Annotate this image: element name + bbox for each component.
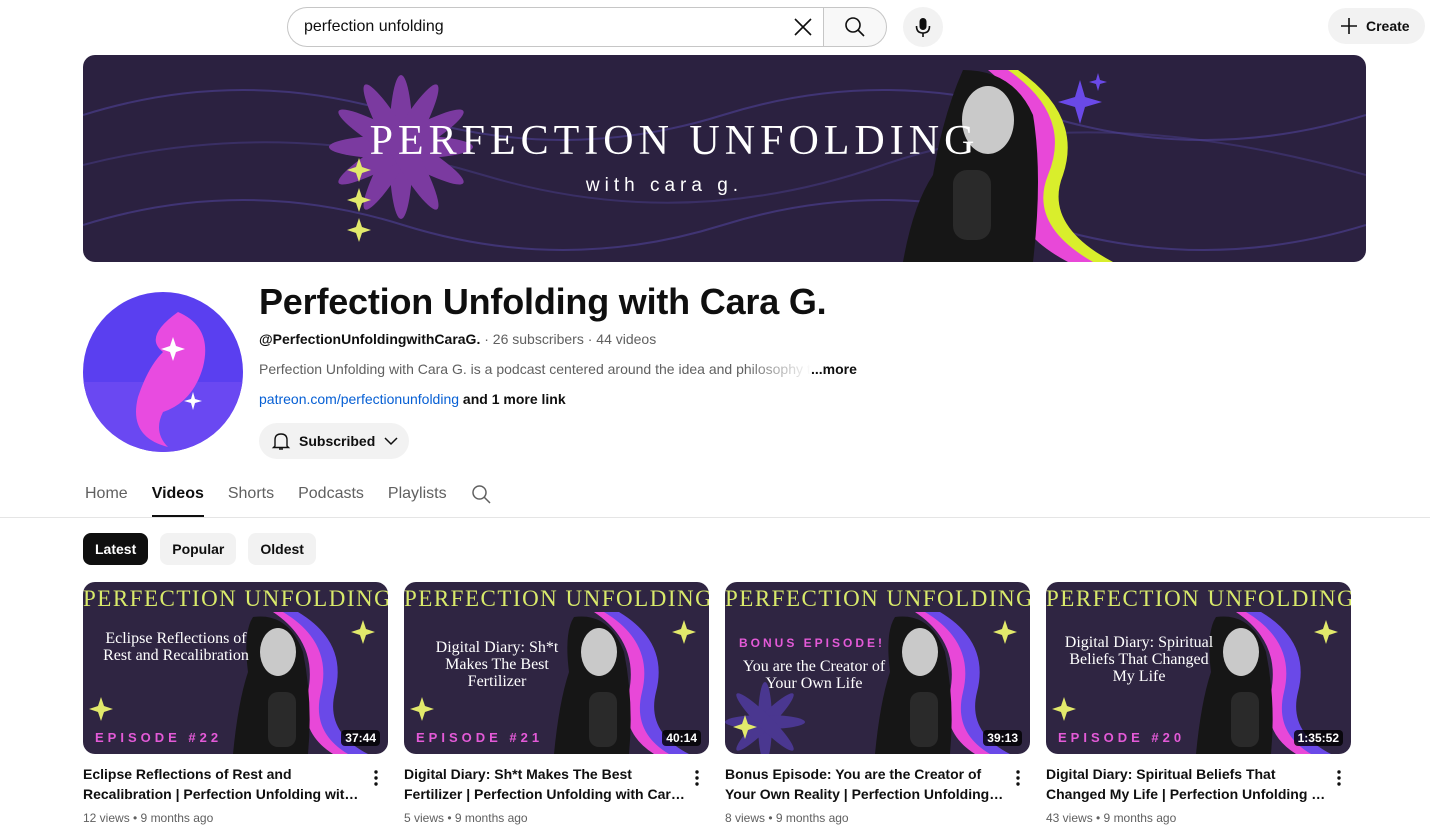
chip-oldest[interactable]: Oldest [248, 533, 316, 565]
sort-chips: Latest Popular Oldest [83, 533, 316, 565]
channel-tabs: Home Videos Shorts Podcasts Playlists [85, 477, 515, 517]
search-icon [845, 17, 865, 37]
plus-icon [1341, 18, 1357, 34]
tab-home[interactable]: Home [85, 477, 128, 517]
thumbnail-text: Digital Diary: Sh*t Makes The Best Ferti… [435, 639, 559, 690]
video-menu-button[interactable] [685, 766, 709, 790]
subscribed-label: Subscribed [299, 433, 376, 449]
tab-videos[interactable]: Videos [151, 477, 205, 517]
thumbnail-title: PERFECTION UNFOLDING [1046, 586, 1351, 611]
search-input[interactable]: perfection unfolding [287, 7, 823, 47]
video-title[interactable]: Digital Diary: Spiritual Beliefs That Ch… [1046, 764, 1328, 804]
tab-playlists[interactable]: Playlists [388, 477, 447, 517]
chevron-down-icon [384, 437, 398, 446]
chip-popular[interactable]: Popular [160, 533, 237, 565]
video-card[interactable]: PERFECTION UNFOLDING Eclipse Reflections… [83, 582, 388, 825]
thumbnail-title: PERFECTION UNFOLDING [83, 586, 388, 611]
video-grid: PERFECTION UNFOLDING Eclipse Reflections… [83, 582, 1351, 825]
tab-podcasts[interactable]: Podcasts [298, 477, 364, 517]
video-duration: 37:44 [341, 730, 380, 746]
video-duration: 40:14 [662, 730, 701, 746]
video-info: Digital Diary: Spiritual Beliefs That Ch… [1046, 754, 1351, 825]
tabs-divider [0, 517, 1430, 518]
search-query: perfection unfolding [304, 18, 444, 35]
video-menu-button[interactable] [1327, 766, 1351, 790]
more-vert-icon [1016, 770, 1020, 786]
more-links-button[interactable]: and 1 more link [463, 391, 566, 407]
video-thumbnail[interactable]: PERFECTION UNFOLDING Eclipse Reflections… [83, 582, 388, 754]
channel-search-button[interactable] [471, 477, 491, 517]
video-duration: 39:13 [983, 730, 1022, 746]
channel-meta: @PerfectionUnfoldingwithCaraG. · 26 subs… [259, 331, 656, 347]
video-count: 44 videos [596, 331, 657, 347]
more-vert-icon [1337, 770, 1341, 786]
channel-links: patreon.com/perfectionunfolding and 1 mo… [259, 391, 566, 407]
video-info: Eclipse Reflections of Rest and Recalibr… [83, 754, 388, 825]
subscriber-count: 26 subscribers [492, 331, 584, 347]
video-thumbnail[interactable]: PERFECTION UNFOLDING BONUS EPISODE! You … [725, 582, 1030, 754]
thumbnail-title: PERFECTION UNFOLDING [725, 586, 1030, 611]
video-info: Digital Diary: Sh*t Makes The Best Ferti… [404, 754, 709, 825]
more-vert-icon [695, 770, 699, 786]
create-label: Create [1366, 18, 1410, 34]
thumbnail-text: You are the Creator of Your Own Life [742, 658, 886, 692]
video-title[interactable]: Eclipse Reflections of Rest and Recalibr… [83, 764, 365, 804]
chip-latest[interactable]: Latest [83, 533, 149, 565]
thumbnail-text: Eclipse Reflections of Rest and Recalibr… [103, 630, 249, 664]
voice-search-button[interactable] [903, 7, 943, 47]
bell-icon [271, 433, 291, 450]
video-title[interactable]: Digital Diary: Sh*t Makes The Best Ferti… [404, 764, 686, 804]
channel-handle: @PerfectionUnfoldingwithCaraG. [259, 331, 481, 347]
search-button[interactable] [823, 7, 887, 47]
video-card[interactable]: PERFECTION UNFOLDING BONUS EPISODE! You … [725, 582, 1030, 825]
video-thumbnail[interactable]: PERFECTION UNFOLDING Digital Diary: Spir… [1046, 582, 1351, 754]
tab-shorts[interactable]: Shorts [228, 477, 274, 517]
patreon-link[interactable]: patreon.com/perfectionunfolding [259, 391, 459, 407]
channel-banner: PERFECTION UNFOLDING with cara g. [83, 55, 1366, 262]
video-title[interactable]: Bonus Episode: You are the Creator of Yo… [725, 764, 1007, 804]
banner-title: PERFECTION UNFOLDING [369, 118, 980, 164]
channel-name: Perfection Unfolding with Cara G. [259, 281, 827, 322]
description-more-link[interactable]: ...more [811, 361, 857, 377]
thumbnail-bonus-label: BONUS EPISODE! [739, 636, 886, 650]
meta-separator: · [484, 331, 493, 347]
banner-subtitle: with cara g. [585, 175, 744, 196]
search-icon [471, 485, 491, 504]
avatar-artwork [83, 292, 243, 452]
video-menu-button[interactable] [1006, 766, 1030, 790]
video-duration: 1:35:52 [1293, 730, 1343, 746]
video-card[interactable]: PERFECTION UNFOLDING Digital Diary: Sh*t… [404, 582, 709, 825]
more-vert-icon [374, 770, 378, 786]
video-meta: 43 views • 9 months ago [1046, 811, 1177, 825]
create-button[interactable]: Create [1328, 8, 1425, 44]
video-meta: 8 views • 9 months ago [725, 811, 849, 825]
video-meta: 5 views • 9 months ago [404, 811, 528, 825]
description-text: Perfection Unfolding with Cara G. is a p… [259, 361, 811, 377]
clear-search-button[interactable] [783, 7, 823, 47]
meta-separator: · [587, 331, 597, 347]
microphone-icon [915, 18, 931, 37]
video-card[interactable]: PERFECTION UNFOLDING Digital Diary: Spir… [1046, 582, 1351, 825]
thumbnail-title: PERFECTION UNFOLDING [404, 586, 709, 611]
thumbnail-episode: EPISODE #21 [416, 730, 544, 745]
subscribed-button[interactable]: Subscribed [259, 423, 409, 459]
thumbnail-episode: EPISODE #22 [95, 730, 223, 745]
thumbnail-episode: EPISODE #20 [1058, 730, 1186, 745]
video-info: Bonus Episode: You are the Creator of Yo… [725, 754, 1030, 825]
video-meta: 12 views • 9 months ago [83, 811, 214, 825]
channel-description[interactable]: Perfection Unfolding with Cara G. is a p… [259, 361, 859, 377]
close-icon [794, 18, 812, 36]
video-thumbnail[interactable]: PERFECTION UNFOLDING Digital Diary: Sh*t… [404, 582, 709, 754]
channel-avatar[interactable] [83, 292, 243, 452]
video-menu-button[interactable] [364, 766, 388, 790]
thumbnail-text: Digital Diary: Spiritual Beliefs That Ch… [1064, 634, 1214, 685]
